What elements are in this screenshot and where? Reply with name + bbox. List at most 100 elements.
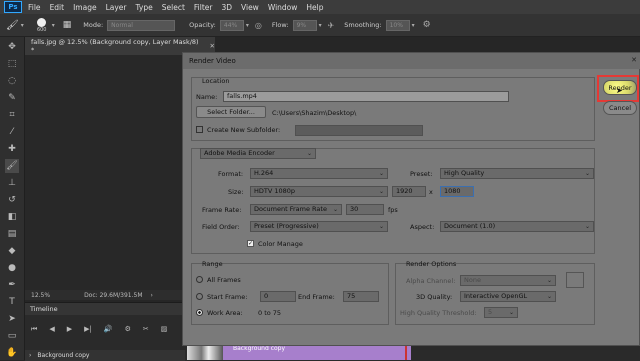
create-subfolder-checkbox[interactable] [196, 126, 203, 133]
menu-file[interactable]: File [28, 3, 41, 12]
chevron-down-icon: ⌄ [378, 170, 384, 177]
photoshop-logo[interactable]: Ps [4, 1, 22, 13]
gradient-tool-icon[interactable]: ▤ [5, 227, 19, 241]
frame-rate-select[interactable]: Document Frame Rate ⌄ [250, 204, 342, 215]
blur-tool-icon[interactable]: ◆ [5, 244, 19, 258]
healing-brush-tool-icon[interactable]: ✚ [5, 142, 19, 156]
menu-help[interactable]: Help [306, 3, 323, 12]
menu-3d[interactable]: 3D [221, 3, 232, 12]
end-frame-input[interactable]: 75 [343, 291, 379, 302]
close-icon[interactable]: ✕ [631, 56, 637, 64]
create-subfolder-label: Create New Subfolder: [207, 126, 281, 134]
quick-select-tool-icon[interactable]: ✎ [5, 91, 19, 105]
smoothing-field[interactable]: 10% [385, 19, 410, 31]
encoder-select[interactable]: Adobe Media Encoder ⌄ [200, 148, 316, 159]
start-frame-input[interactable]: 0 [260, 291, 296, 302]
flow-field[interactable]: 9% [292, 19, 317, 31]
type-tool-icon[interactable]: T [5, 295, 19, 309]
move-tool-icon[interactable]: ✥ [5, 40, 19, 54]
zoom-level[interactable]: 12.5% [31, 292, 50, 299]
eraser-tool-icon[interactable]: ◧ [5, 210, 19, 224]
cancel-button[interactable]: Cancel [603, 101, 637, 115]
dialog-titlebar: Render Video ✕ [183, 53, 640, 69]
marquee-tool-icon[interactable]: ⬚ [5, 57, 19, 71]
opacity-field[interactable]: 44% [219, 19, 244, 31]
alpha-channel-label: Alpha Channel: [406, 277, 456, 285]
transition-icon[interactable]: ▨ [161, 325, 168, 334]
menu-image[interactable]: Image [73, 3, 97, 12]
work-area-radio[interactable] [196, 309, 203, 316]
pressure-opacity-icon[interactable]: ◎ [255, 21, 262, 30]
settings-icon[interactable]: ⚙ [125, 325, 131, 334]
chevron-down-icon[interactable]: ▾ [52, 22, 55, 29]
chevron-down-icon[interactable]: ▾ [246, 22, 249, 29]
dimension-x-label: x [429, 188, 433, 196]
menu-edit[interactable]: Edit [50, 3, 65, 12]
brush-preset-picker[interactable]: 600 [34, 17, 50, 33]
size-label: Size: [228, 188, 244, 196]
menu-select[interactable]: Select [162, 3, 185, 12]
brush-size-value: 600 [36, 26, 47, 33]
menu-type[interactable]: Type [136, 3, 153, 12]
start-frame-label: Start Frame: [207, 293, 248, 301]
chevron-down-icon: ⌄ [378, 223, 384, 230]
width-input[interactable]: 1920 [392, 186, 426, 197]
chevron-down-icon[interactable]: ▾ [412, 22, 415, 29]
prev-frame-icon[interactable]: ◀ [49, 325, 54, 334]
height-input[interactable]: 1080 [440, 186, 474, 197]
pen-tool-icon[interactable]: ✒ [5, 278, 19, 292]
threshold-select[interactable]: 5 ⌄ [484, 307, 518, 318]
all-frames-radio[interactable] [196, 276, 203, 283]
threshold-label: High Quality Threshold: [400, 309, 477, 317]
name-input[interactable]: falls.mp4 [223, 91, 509, 102]
brush-tool-icon[interactable]: 🖌 [5, 159, 19, 173]
size-select[interactable]: HDTV 1080p ⌄ [250, 186, 388, 197]
chevron-right-icon[interactable]: › [29, 352, 31, 359]
brush-tool-icon[interactable]: 🖌 [6, 20, 19, 31]
airbrush-icon[interactable]: ✈ [328, 21, 335, 30]
format-select[interactable]: H.264 ⌄ [250, 168, 388, 179]
select-folder-button[interactable]: Select Folder... [196, 106, 266, 118]
path-select-tool-icon[interactable]: ➤ [5, 312, 19, 326]
history-brush-tool-icon[interactable]: ↺ [5, 193, 19, 207]
chevron-down-icon[interactable]: ▾ [21, 22, 24, 29]
alpha-channel-select[interactable]: None ⌄ [460, 275, 556, 286]
close-icon[interactable]: ✕ [210, 42, 215, 50]
eyedropper-tool-icon[interactable]: ⁄ [5, 125, 19, 139]
color-manage-checkbox[interactable]: ✓ [247, 240, 254, 247]
aspect-select[interactable]: Document (1.0) ⌄ [440, 221, 594, 232]
mode-select[interactable]: Normal [107, 19, 176, 31]
alpha-color-swatch[interactable] [566, 272, 584, 288]
layer-name: Background copy [37, 352, 90, 359]
frame-rate-value: Document Frame Rate [254, 205, 327, 213]
smoothing-settings-icon[interactable]: ⚙ [423, 20, 431, 30]
location-section: Location Name: falls.mp4 Select Folder..… [191, 77, 595, 141]
preset-select[interactable]: High Quality ⌄ [440, 168, 594, 179]
first-frame-icon[interactable]: ⏮ [31, 325, 37, 334]
split-icon[interactable]: ✂ [143, 325, 149, 334]
chevron-down-icon[interactable]: ▾ [319, 22, 322, 29]
crop-tool-icon[interactable]: ⌗ [5, 108, 19, 122]
next-frame-icon[interactable]: ▶| [84, 325, 92, 334]
3d-quality-select[interactable]: Interactive OpenGL ⌄ [460, 291, 556, 302]
menu-window[interactable]: Window [268, 3, 298, 12]
lasso-tool-icon[interactable]: ◌ [5, 74, 19, 88]
timeline-label[interactable]: Timeline [30, 305, 58, 313]
play-icon[interactable]: ▶ [67, 325, 72, 334]
start-frame-radio[interactable] [196, 293, 203, 300]
brush-panel-icon[interactable]: ▦ [63, 20, 72, 30]
fps-input[interactable]: 30 [346, 204, 384, 215]
chevron-down-icon: ⌄ [546, 277, 552, 284]
subfolder-input[interactable] [295, 125, 423, 136]
timeline-layer-row[interactable]: › Background copy [25, 350, 185, 361]
rectangle-tool-icon[interactable]: ▭ [5, 329, 19, 343]
menu-filter[interactable]: Filter [194, 3, 213, 12]
menu-layer[interactable]: Layer [106, 3, 127, 12]
menu-view[interactable]: View [241, 3, 259, 12]
field-order-select[interactable]: Preset (Progressive) ⌄ [250, 221, 388, 232]
chevron-right-icon[interactable]: › [151, 292, 153, 299]
clone-stamp-tool-icon[interactable]: ⊥ [5, 176, 19, 190]
hand-tool-icon[interactable]: ✋ [5, 346, 19, 360]
audio-icon[interactable]: 🔊 [104, 325, 113, 334]
dodge-tool-icon[interactable]: ● [5, 261, 19, 275]
